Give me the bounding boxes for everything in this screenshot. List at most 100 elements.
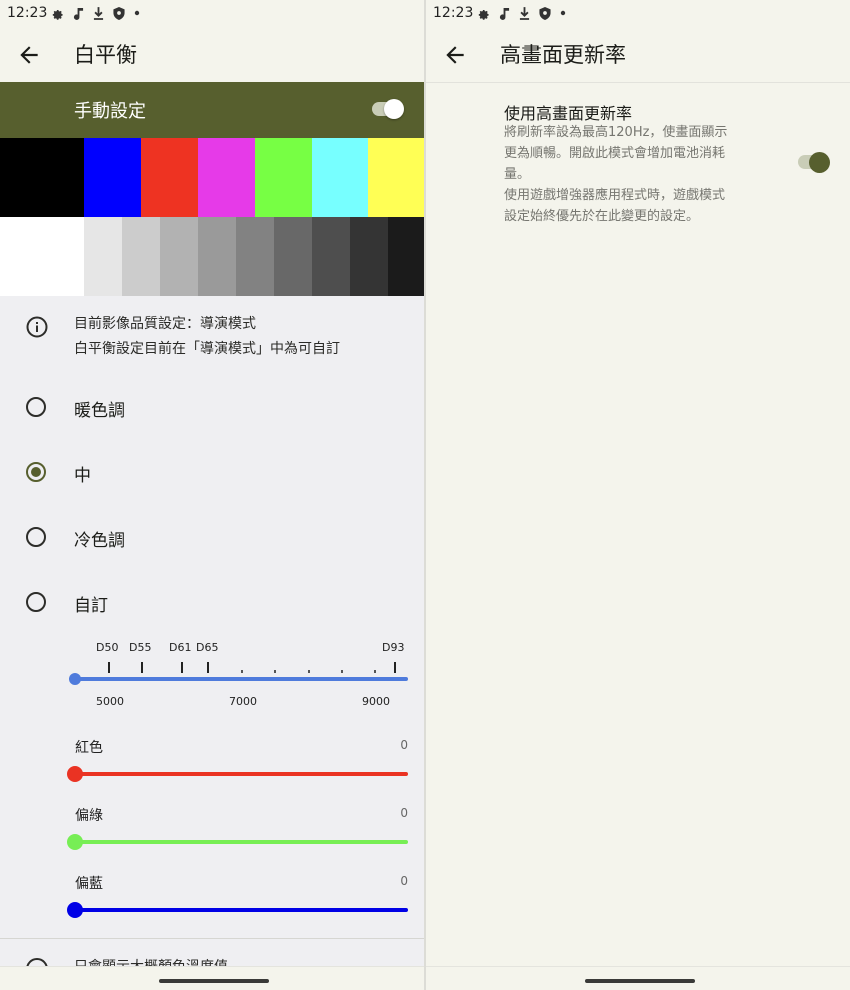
blue-slider-thumb[interactable] — [67, 902, 83, 918]
tick-mark — [207, 662, 209, 673]
manual-setting-label: 手動設定 — [74, 101, 146, 122]
option-label: 中 — [74, 466, 91, 486]
page-title: 高畫面更新率 — [500, 43, 626, 67]
minor-tick — [308, 670, 310, 673]
download-icon — [519, 6, 530, 20]
manual-setting-bar[interactable]: 手動設定 — [0, 82, 424, 138]
home-gesture-handle[interactable] — [159, 979, 269, 983]
option-label: 自訂 — [74, 596, 108, 616]
setting-description-line: 更為順暢。開啟此模式會增加電池消耗 — [504, 146, 726, 161]
minor-tick — [374, 670, 376, 673]
back-arrow-icon[interactable] — [16, 42, 42, 68]
status-bar: 12:23 — [0, 0, 424, 26]
page-title: 白平衡 — [74, 43, 137, 67]
option-medium[interactable]: 中 — [0, 444, 424, 500]
marker-d93: D93 — [382, 641, 405, 654]
marker-d65: D65 — [196, 641, 219, 654]
color-temperature-thumb[interactable] — [69, 673, 81, 685]
option-warm[interactable]: 暖色調 — [0, 379, 424, 435]
tick-mark — [394, 662, 396, 673]
manual-setting-toggle-thumb[interactable] — [384, 99, 404, 119]
gray-bar — [160, 217, 198, 296]
radio-button[interactable] — [26, 527, 46, 547]
app-bar: 高畫面更新率 — [426, 26, 850, 83]
gray-bar — [274, 217, 312, 296]
status-time: 12:23 — [433, 5, 474, 21]
marker-d55: D55 — [129, 641, 152, 654]
setting-description-line: 使用遊戲增強器應用程式時，遊戲模式 — [504, 188, 726, 203]
color-temperature-slider[interactable] — [74, 677, 408, 681]
gray-bar — [0, 217, 84, 296]
red-slider-label: 紅色 — [75, 740, 103, 756]
dot-icon — [560, 10, 566, 16]
info-line-customizable: 白平衡設定目前在「導演模式」中為可自訂 — [74, 341, 340, 357]
info-line-mode: 目前影像品質設定：導演模式 — [74, 316, 256, 332]
approximate-temperature-note: 只會顯示大概顏色溫度值 — [0, 950, 424, 966]
divider — [0, 938, 424, 939]
music-note-icon — [499, 7, 510, 20]
color-bar — [84, 138, 141, 217]
red-slider[interactable] — [74, 772, 408, 776]
color-bar — [0, 138, 84, 217]
home-gesture-handle[interactable] — [585, 979, 695, 983]
color-test-bars — [0, 138, 424, 217]
info-icon — [26, 958, 48, 966]
option-label: 冷色調 — [74, 531, 125, 551]
gray-bar — [198, 217, 236, 296]
shield-icon — [113, 6, 125, 20]
red-slider-thumb[interactable] — [67, 766, 83, 782]
setting-title: 使用高畫面更新率 — [504, 104, 633, 123]
red-slider-value: 0 — [400, 738, 408, 752]
setting-description-line: 設定始終優先於在此變更的設定。 — [504, 209, 700, 224]
scale-5000: 5000 — [96, 695, 124, 708]
shield-icon — [539, 6, 551, 20]
setting-description-line: 量。 — [504, 167, 531, 182]
green-slider[interactable] — [74, 840, 408, 844]
blue-slider-value: 0 — [400, 874, 408, 888]
color-bar — [141, 138, 198, 217]
radio-button[interactable] — [26, 397, 46, 417]
scale-7000: 7000 — [229, 695, 257, 708]
gear-icon — [477, 7, 490, 20]
back-arrow-icon[interactable] — [442, 42, 468, 68]
radio-button-checked[interactable] — [26, 462, 46, 482]
gray-bar — [312, 217, 350, 296]
grayscale-test-bars — [0, 217, 424, 296]
blue-slider[interactable] — [74, 908, 408, 912]
minor-tick — [274, 670, 276, 673]
color-bar — [368, 138, 424, 217]
gear-icon — [51, 7, 64, 20]
minor-tick — [241, 670, 243, 673]
white-balance-screen: 12:23 白平衡 手動設定 目前影像品質設定：導演模式 白平衡設定目前在「導演… — [0, 0, 424, 990]
gray-bar — [122, 217, 160, 296]
high-refresh-rate-screen: 12:23 高畫面更新率 使用高畫面更新率 將刷新率設為最高120Hz，使畫面顯… — [426, 0, 850, 990]
color-bar — [312, 138, 368, 217]
music-note-icon — [73, 7, 84, 20]
color-bar — [255, 138, 312, 217]
gray-bar — [236, 217, 274, 296]
status-bar: 12:23 — [426, 0, 850, 26]
gray-bar — [388, 217, 424, 296]
blue-slider-label: 偏藍 — [75, 876, 103, 892]
option-cool[interactable]: 冷色調 — [0, 509, 424, 565]
tick-mark — [108, 662, 110, 673]
marker-d61: D61 — [169, 641, 192, 654]
navigation-bar — [426, 966, 850, 990]
scale-9000: 9000 — [362, 695, 390, 708]
green-slider-value: 0 — [400, 806, 408, 820]
download-icon — [93, 6, 104, 20]
option-custom[interactable]: 自訂 — [0, 574, 424, 630]
tick-mark — [141, 662, 143, 673]
picture-quality-info: 目前影像品質設定：導演模式 白平衡設定目前在「導演模式」中為可自訂 — [0, 296, 424, 368]
radio-button[interactable] — [26, 592, 46, 612]
navigation-bar — [0, 966, 424, 990]
info-icon — [26, 316, 48, 338]
marker-d50: D50 — [96, 641, 119, 654]
note-text: 只會顯示大概顏色溫度值 — [74, 956, 228, 966]
high-refresh-rate-toggle-thumb[interactable] — [809, 152, 830, 173]
app-bar: 白平衡 — [0, 26, 424, 82]
green-slider-thumb[interactable] — [67, 834, 83, 850]
green-slider-label: 偏綠 — [75, 808, 103, 824]
setting-description-line: 將刷新率設為最高120Hz，使畫面顯示 — [504, 125, 728, 140]
dot-icon — [134, 10, 140, 16]
